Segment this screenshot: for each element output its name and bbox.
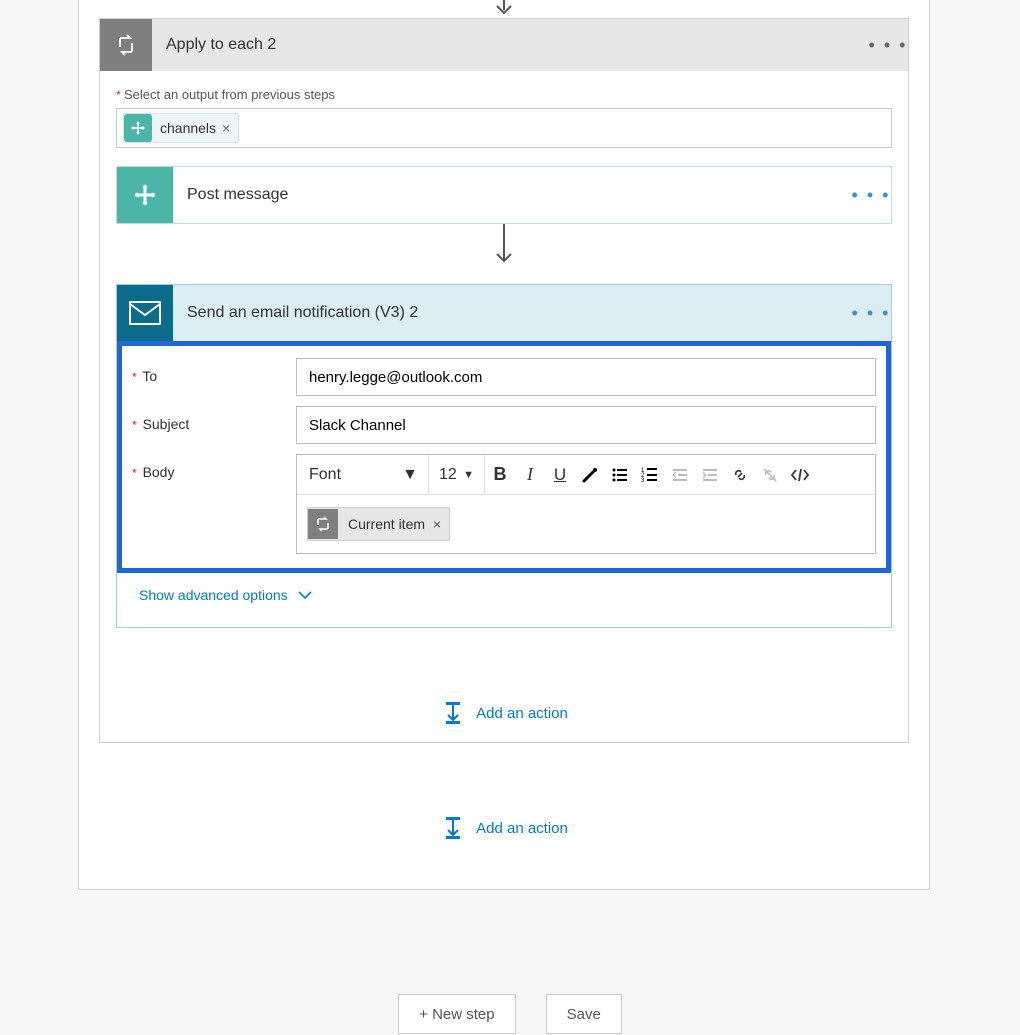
email-card-title: Send an email notification (V3) 2 <box>173 304 851 322</box>
to-input[interactable] <box>296 358 876 396</box>
foreach-header[interactable]: Apply to each 2 • • • <box>100 19 908 71</box>
footer-buttons: + New step Save <box>0 994 1020 1034</box>
connector-arrow-top <box>493 0 515 16</box>
loop-icon <box>308 509 338 539</box>
slack-icon <box>117 167 173 223</box>
flow-card: Apply to each 2 • • • * Select an output… <box>78 0 930 890</box>
token-current-item[interactable]: Current item × <box>307 507 450 541</box>
unlink-button[interactable] <box>755 459 785 491</box>
chevron-down-icon <box>298 590 312 600</box>
add-action-icon <box>440 700 466 726</box>
foreach-container: Apply to each 2 • • • * Select an output… <box>99 18 909 743</box>
email-card-header[interactable]: Send an email notification (V3) 2 • • • <box>117 285 891 341</box>
slack-card-menu-button[interactable]: • • • <box>851 185 891 206</box>
foreach-title: Apply to each 2 <box>152 36 868 54</box>
underline-button[interactable]: U <box>545 459 575 491</box>
bullet-list-button[interactable] <box>605 459 635 491</box>
token-remove-button[interactable]: × <box>433 516 441 532</box>
code-view-button[interactable] <box>785 459 815 491</box>
slack-post-message-card: Post message • • • <box>116 166 892 224</box>
body-editor: Font▼ 12▼ B I U 123 <box>296 454 876 554</box>
numbered-list-button[interactable]: 123 <box>635 459 665 491</box>
body-label: * Body <box>132 454 296 480</box>
editor-toolbar: Font▼ 12▼ B I U 123 <box>297 455 875 495</box>
font-select[interactable]: Font▼ <box>299 455 429 494</box>
save-button[interactable]: Save <box>546 994 622 1034</box>
bold-button[interactable]: B <box>485 459 515 491</box>
slack-icon <box>124 114 152 142</box>
body-input[interactable]: Current item × <box>297 495 875 553</box>
mail-icon <box>117 285 173 341</box>
outputs-label: * Select an output from previous steps <box>116 87 892 102</box>
loop-icon <box>100 19 152 71</box>
connector-arrow <box>116 224 892 266</box>
token-remove-button[interactable]: × <box>222 120 230 136</box>
token-channels[interactable]: channels × <box>123 113 239 143</box>
show-advanced-options[interactable]: Show advanced options <box>139 587 312 603</box>
indent-button[interactable] <box>695 459 725 491</box>
email-card-menu-button[interactable]: • • • <box>851 303 891 324</box>
font-size-select[interactable]: 12▼ <box>429 455 485 494</box>
svg-text:3: 3 <box>641 478 645 484</box>
subject-label: * Subject <box>132 406 296 432</box>
email-card: Send an email notification (V3) 2 • • • … <box>116 284 892 628</box>
add-action-icon <box>440 815 466 841</box>
email-form-highlight: * To * Subject * Body <box>117 341 891 573</box>
add-action-outer[interactable]: Add an action <box>79 815 929 841</box>
subject-input[interactable] <box>296 406 876 444</box>
slack-card-title: Post message <box>173 186 851 204</box>
foreach-body: * Select an output from previous steps c… <box>100 71 908 742</box>
color-button[interactable] <box>575 459 605 491</box>
outdent-button[interactable] <box>665 459 695 491</box>
slack-card-header[interactable]: Post message • • • <box>117 167 891 223</box>
outputs-input[interactable]: channels × <box>116 108 892 148</box>
foreach-menu-button[interactable]: • • • <box>868 35 908 56</box>
to-label: * To <box>132 358 296 384</box>
link-button[interactable] <box>725 459 755 491</box>
add-action-inner[interactable]: Add an action <box>116 700 892 726</box>
italic-button[interactable]: I <box>515 459 545 491</box>
new-step-button[interactable]: + New step <box>398 994 515 1034</box>
